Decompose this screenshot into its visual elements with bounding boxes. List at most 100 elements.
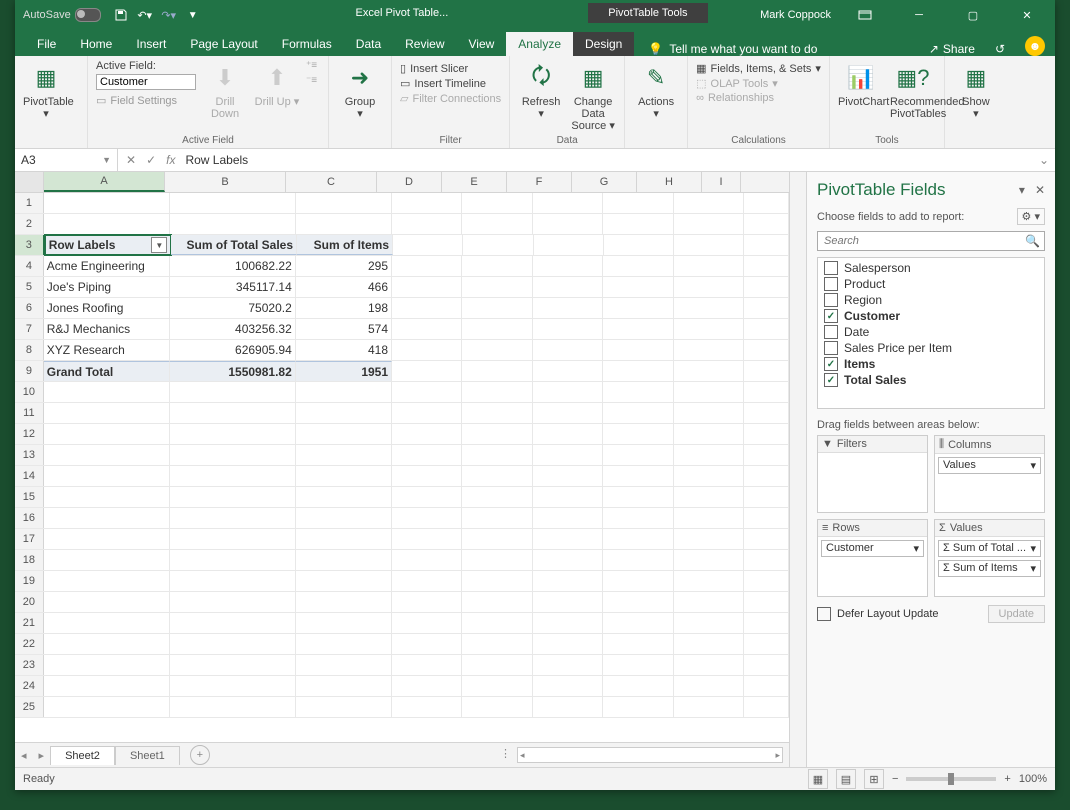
cell[interactable] — [603, 319, 673, 339]
row-header[interactable]: 5 — [15, 277, 44, 297]
insert-slicer[interactable]: ▯Insert Slicer — [400, 62, 501, 75]
row-header[interactable]: 9 — [15, 361, 44, 381]
cell[interactable] — [744, 214, 789, 234]
cell[interactable] — [674, 445, 744, 465]
cell[interactable] — [674, 466, 744, 486]
cell[interactable] — [392, 214, 462, 234]
cell[interactable] — [533, 634, 603, 654]
cell[interactable] — [533, 697, 603, 717]
row-header[interactable]: 15 — [15, 487, 44, 507]
cell[interactable] — [674, 655, 744, 675]
cell[interactable] — [533, 550, 603, 570]
refresh-button[interactable]: 🗘Refresh▾ — [518, 60, 564, 120]
cell[interactable] — [462, 277, 532, 297]
cell[interactable] — [533, 676, 603, 696]
cell[interactable] — [170, 529, 296, 549]
actions-button[interactable]: ✎Actions▾ — [633, 60, 679, 120]
panel-close-icon[interactable]: ✕ — [1035, 183, 1045, 197]
cell[interactable] — [462, 508, 532, 528]
cell[interactable] — [392, 298, 462, 318]
cell[interactable] — [744, 256, 789, 276]
row-header[interactable]: 10 — [15, 382, 44, 402]
cell[interactable] — [744, 235, 789, 255]
zoom-slider[interactable] — [906, 777, 996, 781]
checkbox-icon[interactable]: ✓ — [824, 373, 838, 387]
cell[interactable] — [603, 634, 673, 654]
row-header[interactable]: 21 — [15, 613, 44, 633]
cell[interactable]: 1550981.82 — [170, 361, 296, 381]
cell[interactable] — [744, 571, 789, 591]
column-header-I[interactable]: I — [702, 172, 741, 192]
cell[interactable] — [603, 382, 673, 402]
cell[interactable] — [674, 550, 744, 570]
insert-timeline[interactable]: ▭Insert Timeline — [400, 77, 501, 90]
tab-view[interactable]: View — [457, 32, 507, 56]
minimize-icon[interactable]: ─ — [899, 0, 939, 30]
cell[interactable] — [296, 634, 392, 654]
column-header-C[interactable]: C — [286, 172, 377, 192]
cell[interactable] — [603, 214, 673, 234]
checkbox-icon[interactable] — [824, 277, 838, 291]
cell[interactable] — [44, 214, 170, 234]
tab-formulas[interactable]: Formulas — [270, 32, 344, 56]
cell[interactable] — [170, 508, 296, 528]
defer-checkbox[interactable] — [817, 607, 831, 621]
row-header[interactable]: 7 — [15, 319, 44, 339]
cell[interactable] — [462, 361, 532, 381]
cell[interactable] — [533, 529, 603, 549]
cell[interactable] — [170, 592, 296, 612]
cell[interactable] — [744, 529, 789, 549]
cell[interactable] — [44, 655, 170, 675]
cancel-icon[interactable]: ✕ — [126, 153, 136, 167]
cell[interactable] — [392, 403, 462, 423]
cell[interactable]: 466 — [296, 277, 392, 297]
panel-layout-icon[interactable]: ⚙ ▾ — [1017, 208, 1045, 225]
cell[interactable] — [296, 193, 392, 213]
row-header[interactable]: 2 — [15, 214, 44, 234]
cell[interactable] — [392, 550, 462, 570]
cell[interactable]: 626905.94 — [170, 340, 296, 360]
cell[interactable]: Acme Engineering — [44, 256, 170, 276]
area-values[interactable]: ΣValuesΣ Sum of Total ...▾Σ Sum of Items… — [934, 519, 1045, 597]
checkbox-icon[interactable] — [824, 261, 838, 275]
column-header-G[interactable]: G — [572, 172, 637, 192]
enter-icon[interactable]: ✓ — [146, 153, 156, 167]
cell[interactable] — [744, 319, 789, 339]
cell[interactable] — [463, 235, 533, 255]
cell[interactable] — [170, 382, 296, 402]
cell[interactable] — [674, 193, 744, 213]
fx-icon[interactable]: fx — [166, 153, 175, 167]
cell[interactable] — [462, 592, 532, 612]
cell[interactable] — [674, 256, 744, 276]
cell[interactable] — [170, 655, 296, 675]
cell[interactable] — [296, 445, 392, 465]
field-salesperson[interactable]: Salesperson — [818, 260, 1044, 276]
cell[interactable] — [462, 634, 532, 654]
cell[interactable] — [44, 508, 170, 528]
field-region[interactable]: Region — [818, 292, 1044, 308]
cell[interactable] — [533, 214, 603, 234]
cell[interactable] — [744, 697, 789, 717]
cell[interactable] — [170, 697, 296, 717]
cell[interactable] — [744, 592, 789, 612]
vertical-scrollbar[interactable] — [789, 172, 806, 767]
cell[interactable] — [533, 445, 603, 465]
cell[interactable] — [170, 424, 296, 444]
cell[interactable] — [674, 361, 744, 381]
area-item[interactable]: Customer▾ — [821, 540, 924, 557]
cell[interactable] — [296, 697, 392, 717]
cell[interactable] — [44, 529, 170, 549]
cell[interactable] — [603, 340, 673, 360]
cell[interactable] — [44, 382, 170, 402]
ribbon-display-icon[interactable] — [845, 0, 885, 30]
cell[interactable] — [744, 193, 789, 213]
cell[interactable] — [744, 340, 789, 360]
pivottable-button[interactable]: ▦PivotTable▾ — [23, 60, 69, 120]
select-all-corner[interactable] — [15, 172, 44, 192]
cell[interactable] — [170, 466, 296, 486]
sheet-tab-sheet1[interactable]: Sheet1 — [115, 746, 180, 765]
cell[interactable] — [170, 403, 296, 423]
cell[interactable] — [533, 571, 603, 591]
cell[interactable] — [296, 403, 392, 423]
cell[interactable]: 418 — [296, 340, 392, 360]
